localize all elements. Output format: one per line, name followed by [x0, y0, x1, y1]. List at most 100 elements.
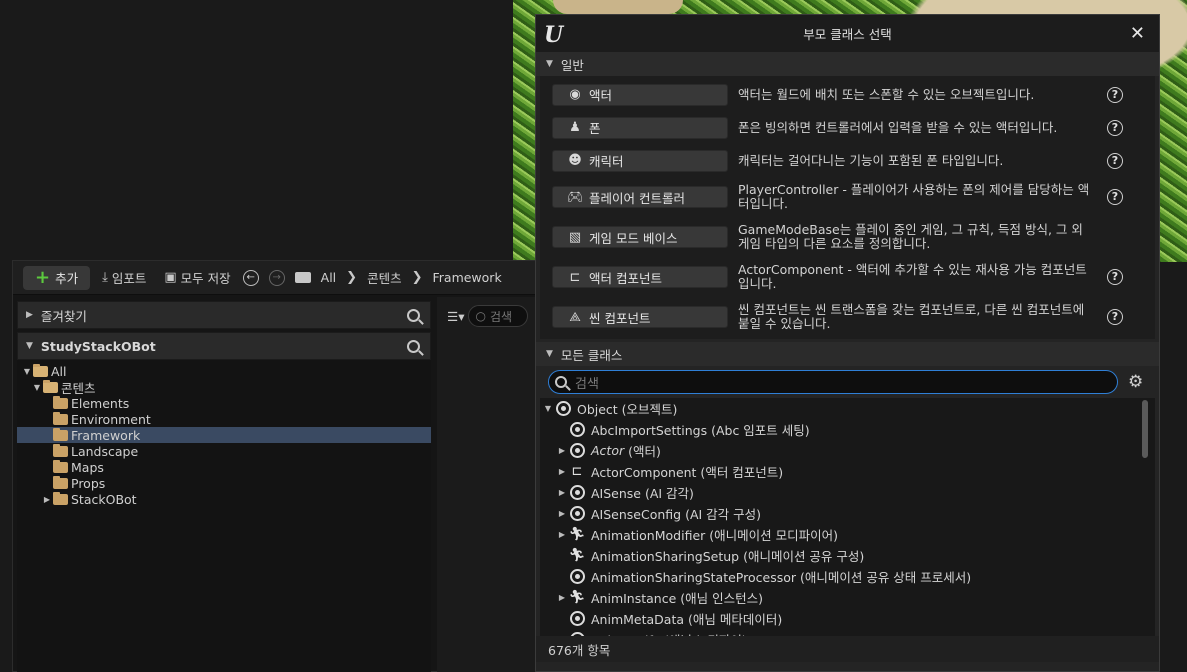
dialog-title-bar: U 부모 클래스 선택 ✕: [536, 15, 1159, 52]
help-icon[interactable]: ?: [1107, 269, 1123, 285]
gear-icon[interactable]: ⚙: [1128, 372, 1143, 392]
project-header[interactable]: ▼ StudyStackOBot: [17, 332, 431, 360]
favorites-title: 즐겨찾기: [40, 308, 87, 324]
chevron-right-icon[interactable]: ▶: [556, 509, 568, 518]
class-row[interactable]: ▶ 🏃︎ AnimInstance (애님 인스턴스): [540, 587, 1155, 608]
class-row[interactable]: 🏃︎ AnimationSharingSetup (애니메이션 공유 구성): [540, 545, 1155, 566]
class-row[interactable]: ▼ Object (오브젝트): [540, 398, 1155, 419]
common-class-description: 캐릭터는 걸어다니는 기능이 포함된 폰 타입입니다.: [738, 152, 1004, 168]
breadcrumb-framework[interactable]: Framework: [432, 270, 501, 285]
folder-item[interactable]: Elements: [17, 395, 431, 411]
asset-search-input[interactable]: ○ 검색: [468, 305, 529, 327]
component-icon: ⊏: [569, 269, 581, 285]
class-row[interactable]: ▶ AISense (AI 감각): [540, 482, 1155, 503]
all-classes-header[interactable]: ▼ 모든 클래스: [536, 342, 1159, 366]
back-icon[interactable]: ←: [242, 269, 259, 286]
search-icon[interactable]: [407, 339, 420, 353]
class-label: AnimationSharingSetup (애니메이션 공유 구성): [591, 549, 865, 564]
save-all-button[interactable]: ▣ 모두 저장: [158, 266, 236, 290]
breadcrumb-all[interactable]: All: [321, 270, 337, 285]
class-row[interactable]: ▶ Actor (액터): [540, 440, 1155, 461]
common-classes: ◉ 액터 액터는 월드에 배치 또는 스폰할 수 있는 오브젝트입니다.? ♟ 폰 폰은 …: [540, 76, 1155, 339]
item-count: 676개 항목: [548, 642, 611, 658]
chevron-down-icon[interactable]: ▼: [21, 367, 33, 376]
character-icon: ☻: [568, 153, 582, 168]
common-class-button[interactable]: ☻ 캐릭터: [552, 149, 728, 172]
folder-item[interactable]: ▶ StackOBot: [17, 491, 431, 507]
chevron-right-icon[interactable]: ❯: [412, 270, 423, 285]
folder-item[interactable]: Environment: [17, 411, 431, 427]
folder-label: All: [51, 363, 67, 379]
add-button[interactable]: + 추가: [23, 265, 91, 290]
object-icon: [554, 400, 572, 417]
common-class-description: 액터는 월드에 배치 또는 스폰할 수 있는 오브젝트입니다.: [738, 86, 1035, 102]
common-class-label: 캐릭터: [589, 154, 624, 169]
chevron-down-icon[interactable]: ▼: [31, 383, 43, 392]
help-icon[interactable]: ?: [1107, 86, 1123, 103]
add-label: 추가: [55, 271, 79, 286]
common-class-row: ◉ 액터 액터는 월드에 배치 또는 스폰할 수 있는 오브젝트입니다.?: [540, 78, 1155, 111]
status-bar: 676개 항목: [536, 636, 1159, 662]
running-figure-icon: 🏃︎: [568, 526, 586, 542]
class-search-input[interactable]: 검색: [548, 370, 1118, 394]
help-icon[interactable]: ?: [1107, 189, 1123, 205]
class-label: AnimationModifier (애니메이션 모디파이어): [591, 528, 838, 543]
object-icon: [568, 484, 586, 501]
folder-label: Elements: [71, 395, 130, 411]
folder-label: Framework: [71, 427, 141, 443]
chevron-right-icon[interactable]: ▶: [556, 446, 568, 455]
class-row[interactable]: AnimMetaData (애님 메타데이터): [540, 608, 1155, 629]
search-icon[interactable]: [407, 308, 420, 322]
close-icon[interactable]: ✕: [1130, 23, 1145, 44]
scrollbar[interactable]: [1142, 400, 1148, 458]
class-label: ActorComponent (액터 컴포넌트): [591, 465, 784, 480]
help-icon[interactable]: ?: [1107, 309, 1123, 325]
help-icon[interactable]: ?: [1107, 119, 1123, 136]
object-icon: [568, 421, 586, 438]
chevron-down-icon[interactable]: ▼: [542, 404, 554, 413]
filter-icon[interactable]: ☰▾: [447, 309, 464, 324]
breadcrumb-content[interactable]: 콘텐츠: [367, 268, 402, 287]
chevron-right-icon[interactable]: ❯: [346, 270, 357, 285]
class-label-suffix: (액터): [624, 444, 661, 459]
gamepad-icon: 🎮︎: [567, 189, 584, 205]
chevron-down-icon[interactable]: ▼: [546, 59, 553, 69]
class-row[interactable]: ▶ ⊏ ActorComponent (액터 컴포넌트): [540, 461, 1155, 482]
common-class-button[interactable]: ◉ 액터: [552, 83, 728, 106]
chevron-right-icon[interactable]: ▶: [41, 495, 53, 504]
folder-item[interactable]: Framework: [17, 427, 431, 443]
class-row[interactable]: AnimationSharingStateProcessor (애니메이션 공유…: [540, 566, 1155, 587]
class-row[interactable]: ▶ 🏃︎ AnimationModifier (애니메이션 모디파이어): [540, 524, 1155, 545]
content-browser-toolbar: + 추가 ⤓ 임포트 ▣ 모두 저장 ← → All ❯ 콘텐츠 ❯ Frame…: [13, 261, 551, 295]
forward-icon[interactable]: →: [268, 269, 285, 286]
common-class-button[interactable]: ▧ 게임 모드 베이스: [552, 226, 728, 248]
class-row[interactable]: ▶ AISenseConfig (AI 감각 구성): [540, 503, 1155, 524]
chevron-right-icon[interactable]: ▶: [556, 467, 568, 476]
common-class-button[interactable]: ♟ 폰: [552, 116, 728, 139]
import-icon: ⤓: [102, 270, 108, 285]
common-class-button[interactable]: ⊏ 액터 컴포넌트: [552, 266, 728, 288]
chevron-right-icon[interactable]: ▶: [556, 530, 568, 539]
import-button[interactable]: ⤓ 임포트: [96, 266, 152, 290]
class-row[interactable]: ▶ AnimNotify (애님 노티파이): [540, 629, 1155, 636]
favorites-header[interactable]: ▶ 즐겨찾기: [17, 301, 431, 329]
asset-search-placeholder: 검색: [489, 309, 513, 324]
chevron-right-icon[interactable]: ▶: [556, 635, 568, 636]
folder-item[interactable]: Landscape: [17, 443, 431, 459]
class-label: Object (오브젝트): [577, 402, 678, 417]
folder-icon[interactable]: [294, 272, 311, 283]
common-class-button[interactable]: ⟁ 씬 컴포넌트: [552, 306, 728, 328]
folder-item[interactable]: Maps: [17, 459, 431, 475]
help-icon[interactable]: ?: [1107, 152, 1123, 169]
chevron-right-icon[interactable]: ▶: [26, 310, 33, 320]
chevron-right-icon[interactable]: ▶: [556, 488, 568, 497]
chevron-down-icon[interactable]: ▼: [546, 349, 553, 359]
common-class-row: ⊏ 액터 컴포넌트 ActorComponent - 액터에 추가할 수 있는 재사…: [540, 257, 1155, 297]
folder-item[interactable]: Props: [17, 475, 431, 491]
common-section-header[interactable]: ▼ 일반: [536, 52, 1159, 76]
folder-item[interactable]: ▼ 콘텐츠: [17, 379, 431, 396]
common-class-button[interactable]: 🎮︎ 플레이어 컨트롤러: [552, 186, 728, 208]
chevron-right-icon[interactable]: ▶: [556, 593, 568, 602]
chevron-down-icon[interactable]: ▼: [26, 341, 33, 351]
class-row[interactable]: AbcImportSettings (Abc 임포트 세팅): [540, 419, 1155, 440]
